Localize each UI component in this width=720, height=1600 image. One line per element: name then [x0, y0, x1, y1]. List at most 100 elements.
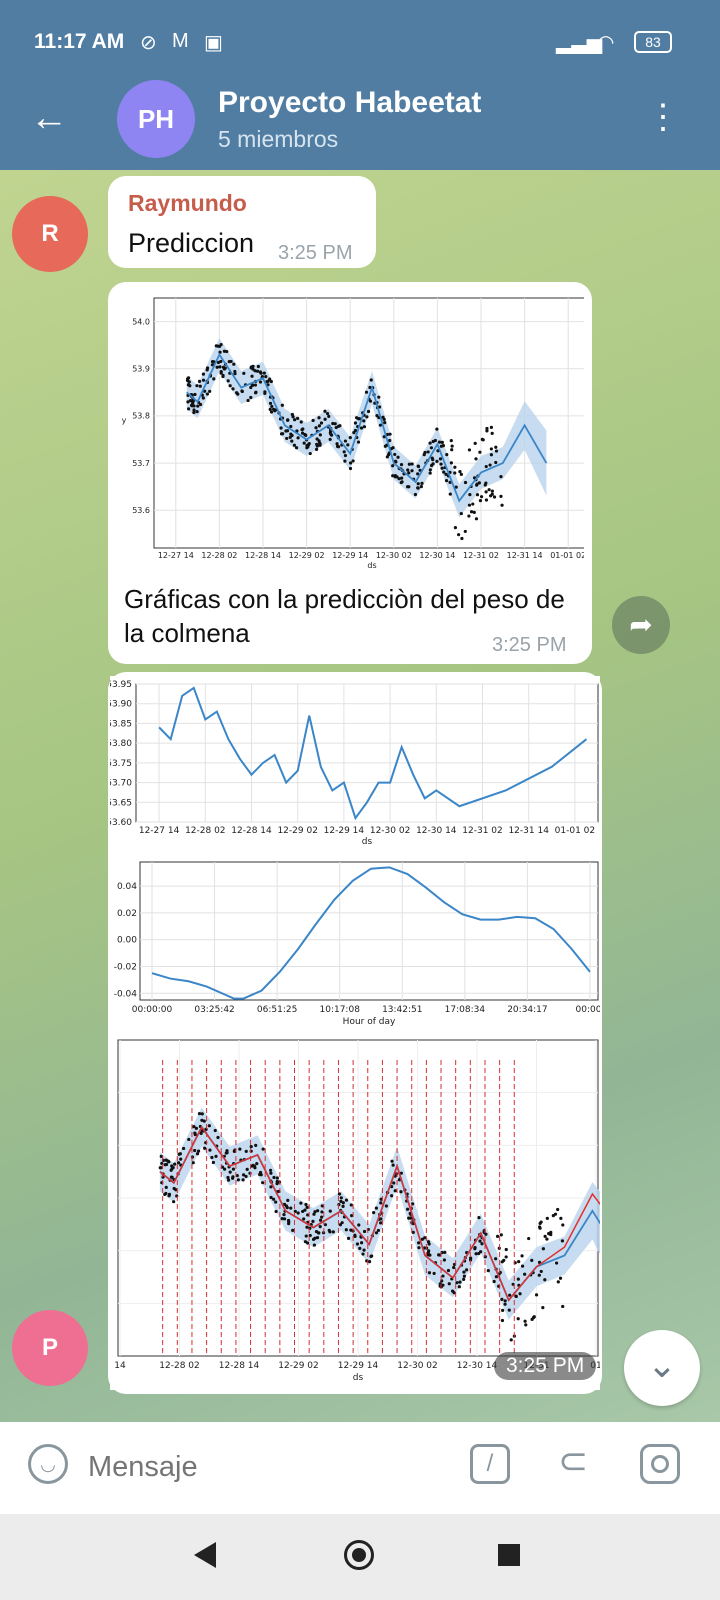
sender-avatar[interactable]: P: [12, 1310, 88, 1386]
sender-name[interactable]: Raymundo: [128, 190, 247, 217]
message-input[interactable]: [86, 1442, 450, 1492]
observed-point: [379, 1221, 383, 1225]
camera-icon[interactable]: [640, 1444, 680, 1484]
message-text: Prediccion: [128, 228, 255, 258]
observed-point: [462, 1274, 466, 1278]
x-axis-label: Hour of day: [343, 1017, 396, 1026]
image-message-bubble[interactable]: 12-27 14 12-28 02 12-28 14 12-29 02 12-29 14…: [108, 672, 602, 1394]
nav-back-icon[interactable]: [194, 1542, 216, 1568]
image-message-bubble[interactable]: 12-27 14 12-28 02 12-28 14 12-29 02 12-29 14…: [108, 282, 592, 664]
observed-point: [456, 533, 461, 537]
observed-point: [219, 369, 223, 374]
forward-icon[interactable]: ➦: [612, 596, 670, 654]
forecast-image[interactable]: 12-27 14 12-28 02 12-28 14 12-29 02 12-29 14…: [118, 290, 584, 572]
y-tick-label: 53.75: [110, 759, 132, 769]
x-tick-label: 17:08:34: [445, 1005, 486, 1015]
observed-point: [372, 1211, 376, 1215]
observed-point: [457, 1285, 461, 1289]
chat-title[interactable]: Proyecto Habeetat: [218, 86, 481, 120]
daily-seasonality-chart: 00:00:00 03:25:42 06:51:25 10:17:08 13:42:51…: [114, 861, 600, 1026]
observed-point: [462, 1277, 466, 1281]
observed-point: [486, 1269, 490, 1273]
observed-point: [359, 426, 364, 430]
observed-point: [534, 1293, 539, 1297]
observed-point: [193, 1131, 197, 1135]
observed-point: [348, 436, 352, 440]
observed-point: [193, 1148, 197, 1153]
observed-point: [474, 457, 478, 461]
nav-home-icon[interactable]: [344, 1540, 374, 1570]
x-tick-label: 10:17:08: [320, 1005, 361, 1015]
observed-point: [200, 1118, 204, 1122]
observed-point: [303, 1240, 307, 1244]
observed-point: [173, 1162, 177, 1166]
observed-point: [236, 1178, 240, 1182]
attach-icon[interactable]: ⊂: [558, 1440, 588, 1482]
nav-recents-icon[interactable]: [498, 1544, 520, 1566]
message-bubble[interactable]: Raymundo Prediccion 3:25 PM: [108, 176, 376, 268]
observed-point: [366, 1227, 370, 1232]
observed-point: [343, 459, 347, 463]
observed-point: [458, 470, 462, 474]
observed-point: [340, 1221, 344, 1225]
observed-point: [317, 416, 321, 420]
observed-point: [317, 441, 322, 445]
observed-point: [344, 1228, 348, 1232]
observed-point: [499, 494, 503, 498]
observed-point: [175, 1194, 179, 1198]
observed-point: [193, 392, 197, 397]
chat-area[interactable]: R Raymundo Prediccion 3:25 PM 12-27 14 12…: [0, 170, 720, 1422]
x-tick-label: 12-28 14: [245, 551, 281, 560]
observed-point: [520, 1264, 525, 1268]
more-options-icon[interactable]: ⋮: [646, 100, 680, 134]
observed-point: [211, 1160, 216, 1165]
x-tick-label: 12-27 14: [158, 551, 194, 560]
observed-point: [490, 489, 494, 493]
observed-point: [495, 1234, 500, 1238]
observed-point: [556, 1280, 560, 1284]
observed-point: [268, 401, 273, 405]
observed-point: [195, 384, 199, 388]
observed-point: [213, 1128, 217, 1133]
observed-point: [336, 424, 341, 428]
group-avatar[interactable]: PH: [117, 80, 195, 158]
observed-point: [323, 417, 327, 421]
observed-point: [244, 1149, 248, 1153]
observed-point: [353, 1233, 357, 1237]
x-tick-label: 03:25:42: [194, 1005, 234, 1015]
back-arrow-icon[interactable]: ←: [30, 98, 68, 138]
observed-point: [218, 365, 222, 369]
observed-point: [226, 379, 230, 383]
observed-point: [543, 1278, 547, 1282]
observed-point: [172, 1186, 176, 1191]
status-time: 11:17 AM: [34, 30, 125, 53]
observed-point: [255, 369, 260, 373]
observed-point: [341, 1204, 345, 1208]
components-image[interactable]: 12-27 14 12-28 02 12-28 14 12-29 02 12-29 14…: [110, 676, 600, 1390]
observed-point: [254, 390, 258, 394]
sender-avatar[interactable]: R: [12, 196, 88, 272]
observed-point: [376, 1228, 381, 1233]
observed-point: [249, 1145, 253, 1149]
x-tick-label: 14: [114, 1361, 126, 1371]
observed-point: [484, 464, 488, 469]
observed-point: [328, 437, 332, 442]
observed-point: [261, 1181, 265, 1185]
observed-point: [178, 1152, 182, 1156]
observed-point: [167, 1194, 171, 1198]
observed-point: [248, 1171, 252, 1175]
emoji-icon[interactable]: ◡: [28, 1444, 68, 1484]
observed-point: [432, 1271, 436, 1276]
observed-point: [429, 463, 434, 468]
observed-point: [453, 465, 457, 469]
commands-icon[interactable]: /: [470, 1444, 510, 1484]
observed-point: [331, 1230, 335, 1234]
x-tick-label: 12-29 14: [338, 1361, 379, 1371]
observed-point: [467, 514, 471, 518]
observed-point: [232, 362, 236, 366]
scroll-down-button[interactable]: ⌄: [624, 1330, 700, 1406]
x-tick-label: 01-01 02: [555, 826, 595, 836]
observed-point: [382, 417, 386, 422]
x-tick-label: 12-30 02: [397, 1361, 437, 1371]
observed-point: [469, 510, 474, 514]
